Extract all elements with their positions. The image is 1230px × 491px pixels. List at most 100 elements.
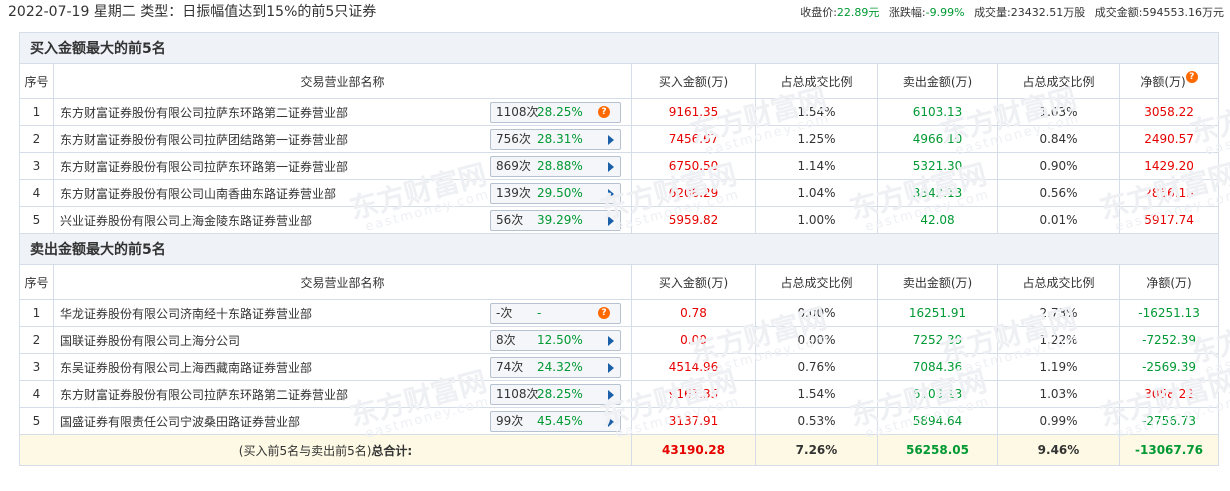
broker-cell: 东方财富证券股份有限公司拉萨东环路第二证券营业部 1108次 28.25%? — [53, 98, 632, 126]
broker-stats-button[interactable]: 99次 45.45% — [490, 411, 621, 432]
buy-section-header: 买入金额最大的前5名 — [18, 32, 1220, 64]
sell-section-title: 卖出金额最大的前5名 — [18, 233, 1220, 265]
arrow-right-icon[interactable] — [608, 417, 614, 427]
sell-ratio: 1.03% — [997, 98, 1120, 126]
total-sell-ratio: 9.46% — [997, 434, 1120, 466]
row-index: 3 — [19, 152, 54, 180]
broker-cell: 东方财富证券股份有限公司拉萨东环路第一证券营业部 869次 28.88% — [53, 152, 632, 180]
sell-ratio: 0.84% — [997, 125, 1120, 153]
sell-amount: 4966.10 — [877, 125, 998, 153]
column-header: 占总成交比例 — [997, 63, 1120, 99]
buy-amount: 0.00 — [631, 326, 756, 354]
buy-ratio: 0.00% — [755, 326, 878, 354]
sell-ratio: 0.56% — [997, 179, 1120, 207]
net-amount: 2490.57 — [1118, 125, 1220, 153]
broker-stats-button[interactable]: 74次 24.32% — [490, 357, 621, 378]
column-header: 序号 — [19, 63, 54, 99]
broker-name-link[interactable]: 国盛证券有限责任公司宁波桑田路证券营业部 — [60, 415, 300, 429]
column-header: 占总成交比例 — [997, 264, 1120, 300]
broker-stats-button[interactable]: 1108次 28.25% — [490, 384, 621, 405]
buy-amount: 9161.35 — [631, 380, 756, 408]
broker-cell: 东方财富证券股份有限公司拉萨东环路第二证券营业部 1108次 28.25% — [53, 380, 632, 408]
win-rate: - — [537, 306, 542, 320]
row-index: 1 — [19, 299, 54, 327]
row-index: 5 — [19, 407, 54, 435]
total-label-prefix: (买入前5名与卖出前5名) — [238, 443, 372, 458]
broker-cell: 兴业证券股份有限公司上海金陵东路证券营业部 56次 39.29% — [53, 206, 632, 234]
broker-cell: 华龙证券股份有限公司济南经十东路证券营业部 -次 -? — [53, 299, 632, 327]
broker-name-link[interactable]: 东方财富证券股份有限公司山南香曲东路证券营业部 — [60, 187, 336, 201]
buy-ratio: 0.53% — [755, 407, 878, 435]
trade-count: 1108次 — [496, 387, 539, 401]
broker-cell: 东方财富证券股份有限公司山南香曲东路证券营业部 139次 29.50% — [53, 179, 632, 207]
sell-ratio: 0.01% — [997, 206, 1120, 234]
buy-ratio: 1.14% — [755, 152, 878, 180]
buy-amount: 3137.91 — [631, 407, 756, 435]
arrow-right-icon[interactable] — [608, 189, 614, 199]
net-amount: 5917.74 — [1118, 206, 1220, 234]
column-header: 卖出金额(万) — [877, 264, 998, 300]
arrow-right-icon[interactable] — [608, 336, 614, 346]
question-icon[interactable]: ? — [598, 307, 610, 319]
question-icon[interactable]: ? — [1185, 70, 1198, 83]
broker-name-link[interactable]: 兴业证券股份有限公司上海金陵东路证券营业部 — [60, 214, 312, 228]
broker-stats-button[interactable]: 756次 28.31% — [490, 129, 621, 150]
arrow-right-icon[interactable] — [608, 363, 614, 373]
column-header: 交易营业部名称 — [53, 264, 632, 300]
table-row: 3 东吴证券股份有限公司上海西藏南路证券营业部 74次 24.32% 4514.96 0.… — [19, 353, 1220, 381]
close-price-value: 22.89元 — [836, 6, 880, 19]
row-index: 4 — [19, 380, 54, 408]
page-title: 2022-07-19 星期二 类型：日振幅值达到15%的前5只证券 — [8, 4, 377, 20]
net-amount: -7252.39 — [1118, 326, 1220, 354]
buy-section-title: 买入金额最大的前5名 — [18, 32, 1220, 64]
row-index: 2 — [19, 125, 54, 153]
sell-amount: 6103.13 — [877, 380, 998, 408]
broker-name-link[interactable]: 东方财富证券股份有限公司拉萨团结路第一证券营业部 — [60, 133, 348, 147]
page-header: 2022-07-19 星期二 类型：日振幅值达到15%的前5只证券 收盘价:22… — [0, 0, 1230, 24]
buy-ratio: 1.25% — [755, 125, 878, 153]
broker-stats-button[interactable]: 139次 29.50% — [490, 183, 621, 204]
arrow-right-icon[interactable] — [608, 135, 614, 145]
win-rate: 45.45% — [537, 414, 583, 428]
question-icon[interactable]: ? — [598, 106, 610, 118]
broker-name-link[interactable]: 东吴证券股份有限公司上海西藏南路证券营业部 — [60, 361, 312, 375]
broker-stats-button[interactable]: 1108次 28.25%? — [490, 102, 621, 123]
broker-stats-button[interactable]: 56次 39.29% — [490, 210, 621, 231]
broker-name-link[interactable]: 华龙证券股份有限公司济南经十东路证券营业部 — [60, 307, 312, 321]
arrow-right-icon[interactable] — [608, 216, 614, 226]
close-price-label: 收盘价: — [800, 6, 837, 19]
arrow-right-icon[interactable] — [608, 162, 614, 172]
trade-count: 74次 — [496, 360, 524, 374]
sell-ratio: 2.73% — [997, 299, 1120, 327]
win-rate: 28.88% — [537, 159, 583, 173]
volume-label: 成交量: — [974, 6, 1011, 19]
total-row: (买入前5名与卖出前5名)总合计: 43190.28 7.26% 56258.05 9.… — [19, 434, 1220, 466]
buy-amount: 6208.29 — [631, 179, 756, 207]
broker-stats-button[interactable]: 8次 12.50% — [490, 330, 621, 351]
table-row: 5 兴业证券股份有限公司上海金陵东路证券营业部 56次 39.29% 5959.82 1.… — [19, 206, 1220, 234]
broker-name-link[interactable]: 东方财富证券股份有限公司拉萨东环路第二证券营业部 — [60, 388, 348, 402]
sell-amount: 3342.13 — [877, 179, 998, 207]
trade-count: 139次 — [496, 186, 531, 200]
broker-stats-button[interactable]: 869次 28.88% — [490, 156, 621, 177]
broker-name-link[interactable]: 国联证券股份有限公司上海分公司 — [60, 334, 240, 348]
arrow-right-icon[interactable] — [608, 390, 614, 400]
net-amount: 3058.22 — [1118, 98, 1220, 126]
sell-amount: 42.08 — [877, 206, 998, 234]
column-header: 占总成交比例 — [755, 264, 878, 300]
sell-amount: 5321.30 — [877, 152, 998, 180]
broker-name-link[interactable]: 东方财富证券股份有限公司拉萨东环路第一证券营业部 — [60, 160, 348, 174]
broker-cell: 国联证券股份有限公司上海分公司 8次 12.50% — [53, 326, 632, 354]
trade-count: 1108次 — [496, 105, 539, 119]
win-rate: 29.50% — [537, 186, 583, 200]
column-header: 买入金额(万) — [631, 264, 756, 300]
broker-stats-button[interactable]: -次 -? — [490, 303, 621, 324]
column-header: 买入金额(万) — [631, 63, 756, 99]
total-buy: 43190.28 — [631, 434, 756, 466]
total-label-bold: 总合计: — [371, 443, 413, 458]
broker-cell: 国盛证券有限责任公司宁波桑田路证券营业部 99次 45.45% — [53, 407, 632, 435]
table-row: 3 东方财富证券股份有限公司拉萨东环路第一证券营业部 869次 28.88% 6750.… — [19, 152, 1220, 180]
sell-ratio: 0.90% — [997, 152, 1120, 180]
trade-count: 869次 — [496, 159, 531, 173]
broker-name-link[interactable]: 东方财富证券股份有限公司拉萨东环路第二证券营业部 — [60, 106, 348, 120]
